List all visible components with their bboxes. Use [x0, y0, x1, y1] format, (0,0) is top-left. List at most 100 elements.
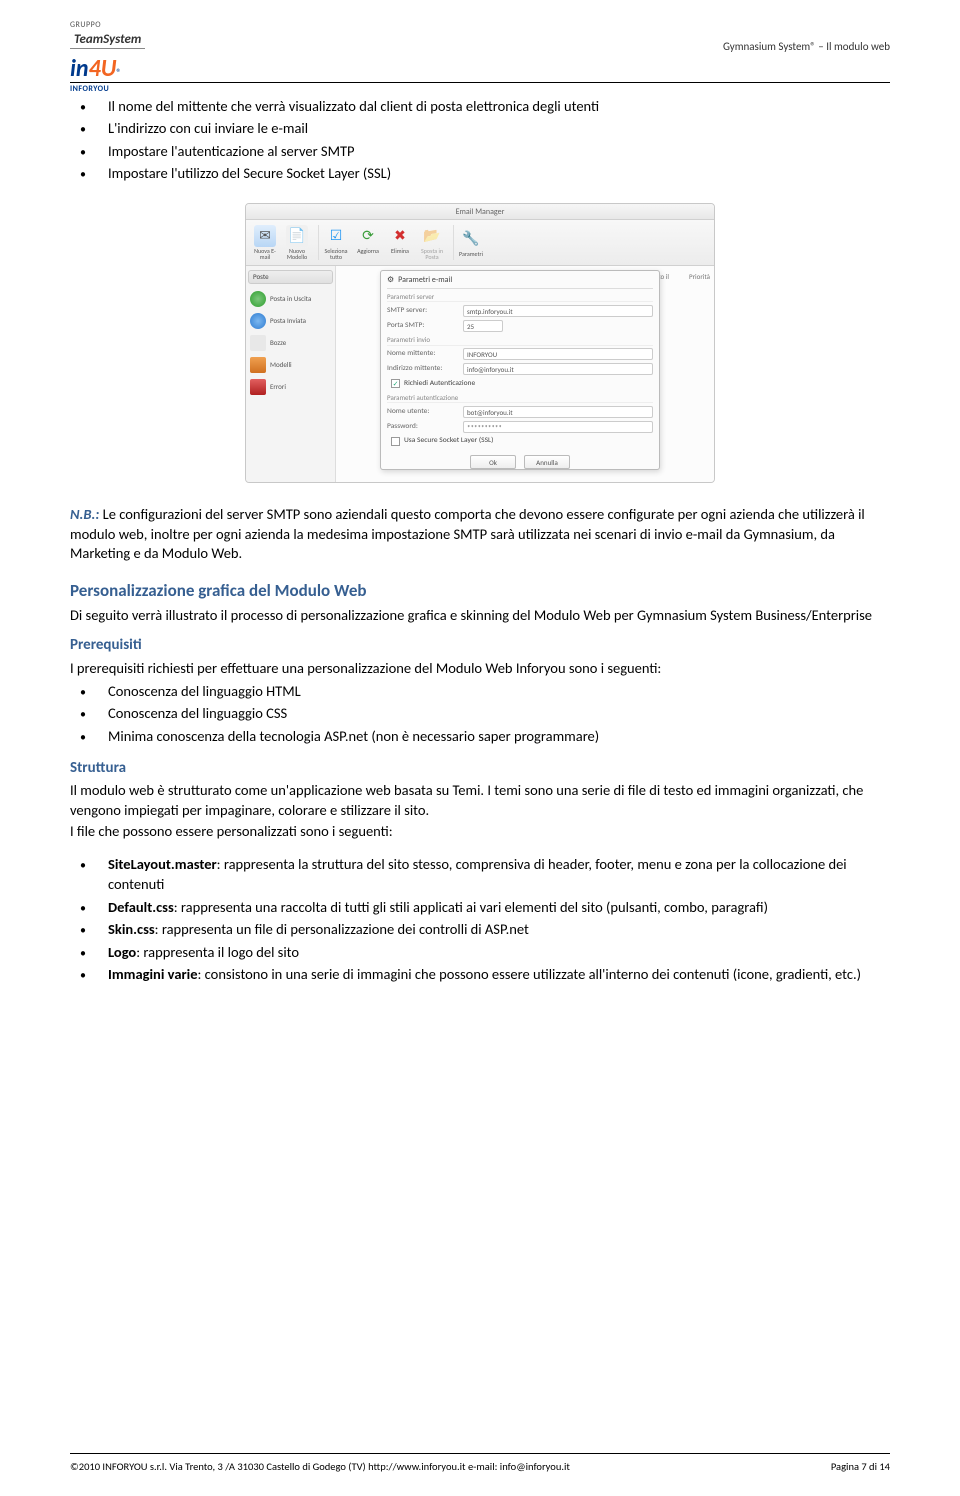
- username-input[interactable]: bot@inforyou.it: [463, 406, 653, 418]
- ssl-checkbox[interactable]: Usa Secure Socket Layer (SSL): [387, 434, 653, 448]
- gear-icon: ⚙: [387, 275, 394, 286]
- section-invio: Parametri invio: [387, 335, 653, 345]
- logo-teamsystem: TeamSystem: [70, 31, 145, 50]
- drafts-icon: [250, 335, 266, 351]
- item-bold: Logo: [108, 943, 136, 961]
- header-doc-title: Gymnasium System® – Il modulo web: [723, 20, 890, 55]
- bullet-list-prereq: Conoscenza del linguaggio HTML Conoscenz…: [70, 680, 890, 748]
- item-bold: Immagini varie: [108, 965, 198, 983]
- sidebar-item-templates[interactable]: Modelli: [248, 354, 333, 376]
- smtp-server-label: SMTP server:: [387, 306, 457, 316]
- ok-button[interactable]: Ok: [470, 455, 516, 469]
- section-server: Parametri server: [387, 292, 653, 302]
- item-bold: SiteLayout.master: [108, 855, 217, 873]
- move-icon: 📂: [421, 225, 443, 247]
- section-auth: Parametri autenticazione: [387, 393, 653, 403]
- item-text: : rappresenta un file di personalizzazio…: [155, 920, 529, 938]
- col-priorita: Priorità: [689, 272, 710, 281]
- logo-4u: 4U: [89, 53, 117, 85]
- logo-gruppo: GRUPPO: [70, 20, 101, 31]
- nb-text: Le configurazioni del server SMTP sono a…: [70, 505, 865, 562]
- indirizzo-mittente-label: Indirizzo mittente:: [387, 364, 457, 374]
- errors-icon: [250, 379, 266, 395]
- porta-input[interactable]: 25: [463, 320, 503, 332]
- password-label: Password:: [387, 422, 457, 432]
- elimina-button[interactable]: ✖Elimina: [385, 225, 415, 260]
- delete-icon: ✖: [389, 225, 411, 247]
- nuovo-modello-button[interactable]: 📄Nuovo Modello: [282, 225, 312, 260]
- bullet-list-smtp: Il nome del mittente che verrà visualizz…: [70, 95, 890, 185]
- item-text: : rappresenta il logo del sito: [136, 943, 299, 961]
- bullet-item: Conoscenza del linguaggio HTML: [108, 680, 890, 703]
- toolbar: ✉Nuova E-mail 📄Nuovo Modello ☑Seleziona …: [246, 220, 714, 266]
- checkbox-unchecked-icon: [391, 437, 400, 446]
- logo-registered: ®: [116, 66, 121, 80]
- screenshot-container: Email Manager ✉Nuova E-mail 📄Nuovo Model…: [70, 203, 890, 483]
- nome-mittente-label: Nome mittente:: [387, 349, 457, 359]
- sposta-button[interactable]: 📂Sposta in Posta: [417, 225, 447, 260]
- list-item: Skin.css: rappresenta un file di persona…: [108, 919, 890, 942]
- refresh-icon: ⟳: [357, 225, 379, 247]
- item-text: : consistono in una serie di immagini ch…: [198, 965, 862, 983]
- logo-in4u: in 4U ®: [70, 53, 121, 85]
- page-footer: ©2010 INFORYOU s.r.l. Via Trento, 3 /A 3…: [70, 1453, 890, 1474]
- sidebar-item-drafts[interactable]: Bozze: [248, 332, 333, 354]
- dialog-title: ⚙Parametri e-mail: [387, 275, 653, 289]
- annulla-button[interactable]: Annulla: [524, 455, 570, 469]
- seleziona-tutto-button[interactable]: ☑Seleziona tutto: [321, 225, 351, 260]
- username-label: Nome utente:: [387, 407, 457, 417]
- template-icon: 📄: [286, 225, 308, 247]
- heading-personalizzazione: Personalizzazione grafica del Modulo Web: [70, 580, 890, 603]
- sidebar-item-errors[interactable]: Errori: [248, 376, 333, 398]
- header-rule: [70, 82, 890, 83]
- bullet-item: Minima conoscenza della tecnologia ASP.n…: [108, 725, 890, 748]
- list-item: Default.css: rappresenta una raccolta di…: [108, 896, 890, 919]
- bullet-list-struttura: SiteLayout.master: rappresenta la strutt…: [70, 854, 890, 986]
- list-item: SiteLayout.master: rappresenta la strutt…: [108, 854, 890, 896]
- sent-icon: [250, 313, 266, 329]
- bullet-item: L'indirizzo con cui inviare le e-mail: [108, 118, 890, 141]
- nb-paragraph: N.B.: Le configurazioni del server SMTP …: [70, 505, 890, 564]
- parametri-button[interactable]: 🔧Parametri: [456, 228, 486, 257]
- footer-page: Pagina 7 di 14: [831, 1460, 890, 1474]
- para-prerequisiti: I prerequisiti richiesti per effettuare …: [70, 659, 890, 679]
- sidebar-item-sent[interactable]: Posta Inviata: [248, 310, 333, 332]
- logo-in: in: [70, 53, 89, 85]
- aggiorna-button[interactable]: ⟳Aggiorna: [353, 225, 383, 260]
- select-all-icon: ☑: [325, 225, 347, 247]
- outbox-icon: [250, 291, 266, 307]
- porta-label: Porta SMTP:: [387, 321, 457, 331]
- richiedi-auth-checkbox[interactable]: ✓Richiedi Autenticazione: [387, 377, 653, 391]
- item-text: : rappresenta la struttura del sito stes…: [108, 855, 847, 893]
- bullet-item: Conoscenza del linguaggio CSS: [108, 703, 890, 726]
- nome-mittente-input[interactable]: INFORYOU: [463, 348, 653, 360]
- bullet-item: Impostare l'utilizzo del Secure Socket L…: [108, 163, 890, 186]
- item-text: : rappresenta una raccolta di tutti gli …: [174, 898, 768, 916]
- password-input[interactable]: **********: [463, 421, 653, 433]
- window-titlebar: Email Manager: [246, 204, 714, 220]
- mail-icon: ✉: [254, 225, 276, 247]
- list-item: Logo: rappresenta il logo del sito: [108, 941, 890, 964]
- sidebar: Poste Posta in Uscita Posta Inviata Bozz…: [246, 266, 336, 482]
- templates-icon: [250, 357, 266, 373]
- checkbox-checked-icon: ✓: [391, 379, 400, 388]
- settings-icon: 🔧: [460, 228, 482, 250]
- footer-left: ©2010 INFORYOU s.r.l. Via Trento, 3 /A 3…: [70, 1460, 570, 1474]
- logo-inforyou: INFORYOU: [70, 84, 109, 95]
- page-header: GRUPPO TeamSystem in 4U ® INFORYOU Gymna…: [70, 0, 890, 80]
- logo-block: GRUPPO TeamSystem in 4U ® INFORYOU: [70, 20, 145, 95]
- sidebar-item-outbox[interactable]: Posta in Uscita: [248, 288, 333, 310]
- app-screenshot: Email Manager ✉Nuova E-mail 📄Nuovo Model…: [245, 203, 715, 483]
- para-struttura-1: Il modulo web è strutturato come un'appl…: [70, 781, 890, 820]
- item-bold: Skin.css: [108, 920, 155, 938]
- nuova-email-button[interactable]: ✉Nuova E-mail: [250, 225, 280, 260]
- smtp-server-input[interactable]: smtp.inforyou.it: [463, 305, 653, 317]
- main-area: Inviato il Priorità ⚙Parametri e-mail Pa…: [336, 266, 714, 482]
- para-personalizzazione: Di seguito verrà illustrato il processo …: [70, 606, 890, 626]
- para-struttura-2: I file che possono essere personalizzati…: [70, 822, 890, 842]
- heading-struttura: Struttura: [70, 758, 890, 778]
- item-bold: Default.css: [108, 898, 174, 916]
- list-item: Immagini varie: consistono in una serie …: [108, 964, 890, 987]
- indirizzo-mittente-input[interactable]: info@inforyou.it: [463, 363, 653, 375]
- parametri-dialog: ⚙Parametri e-mail Parametri server SMTP …: [380, 270, 660, 470]
